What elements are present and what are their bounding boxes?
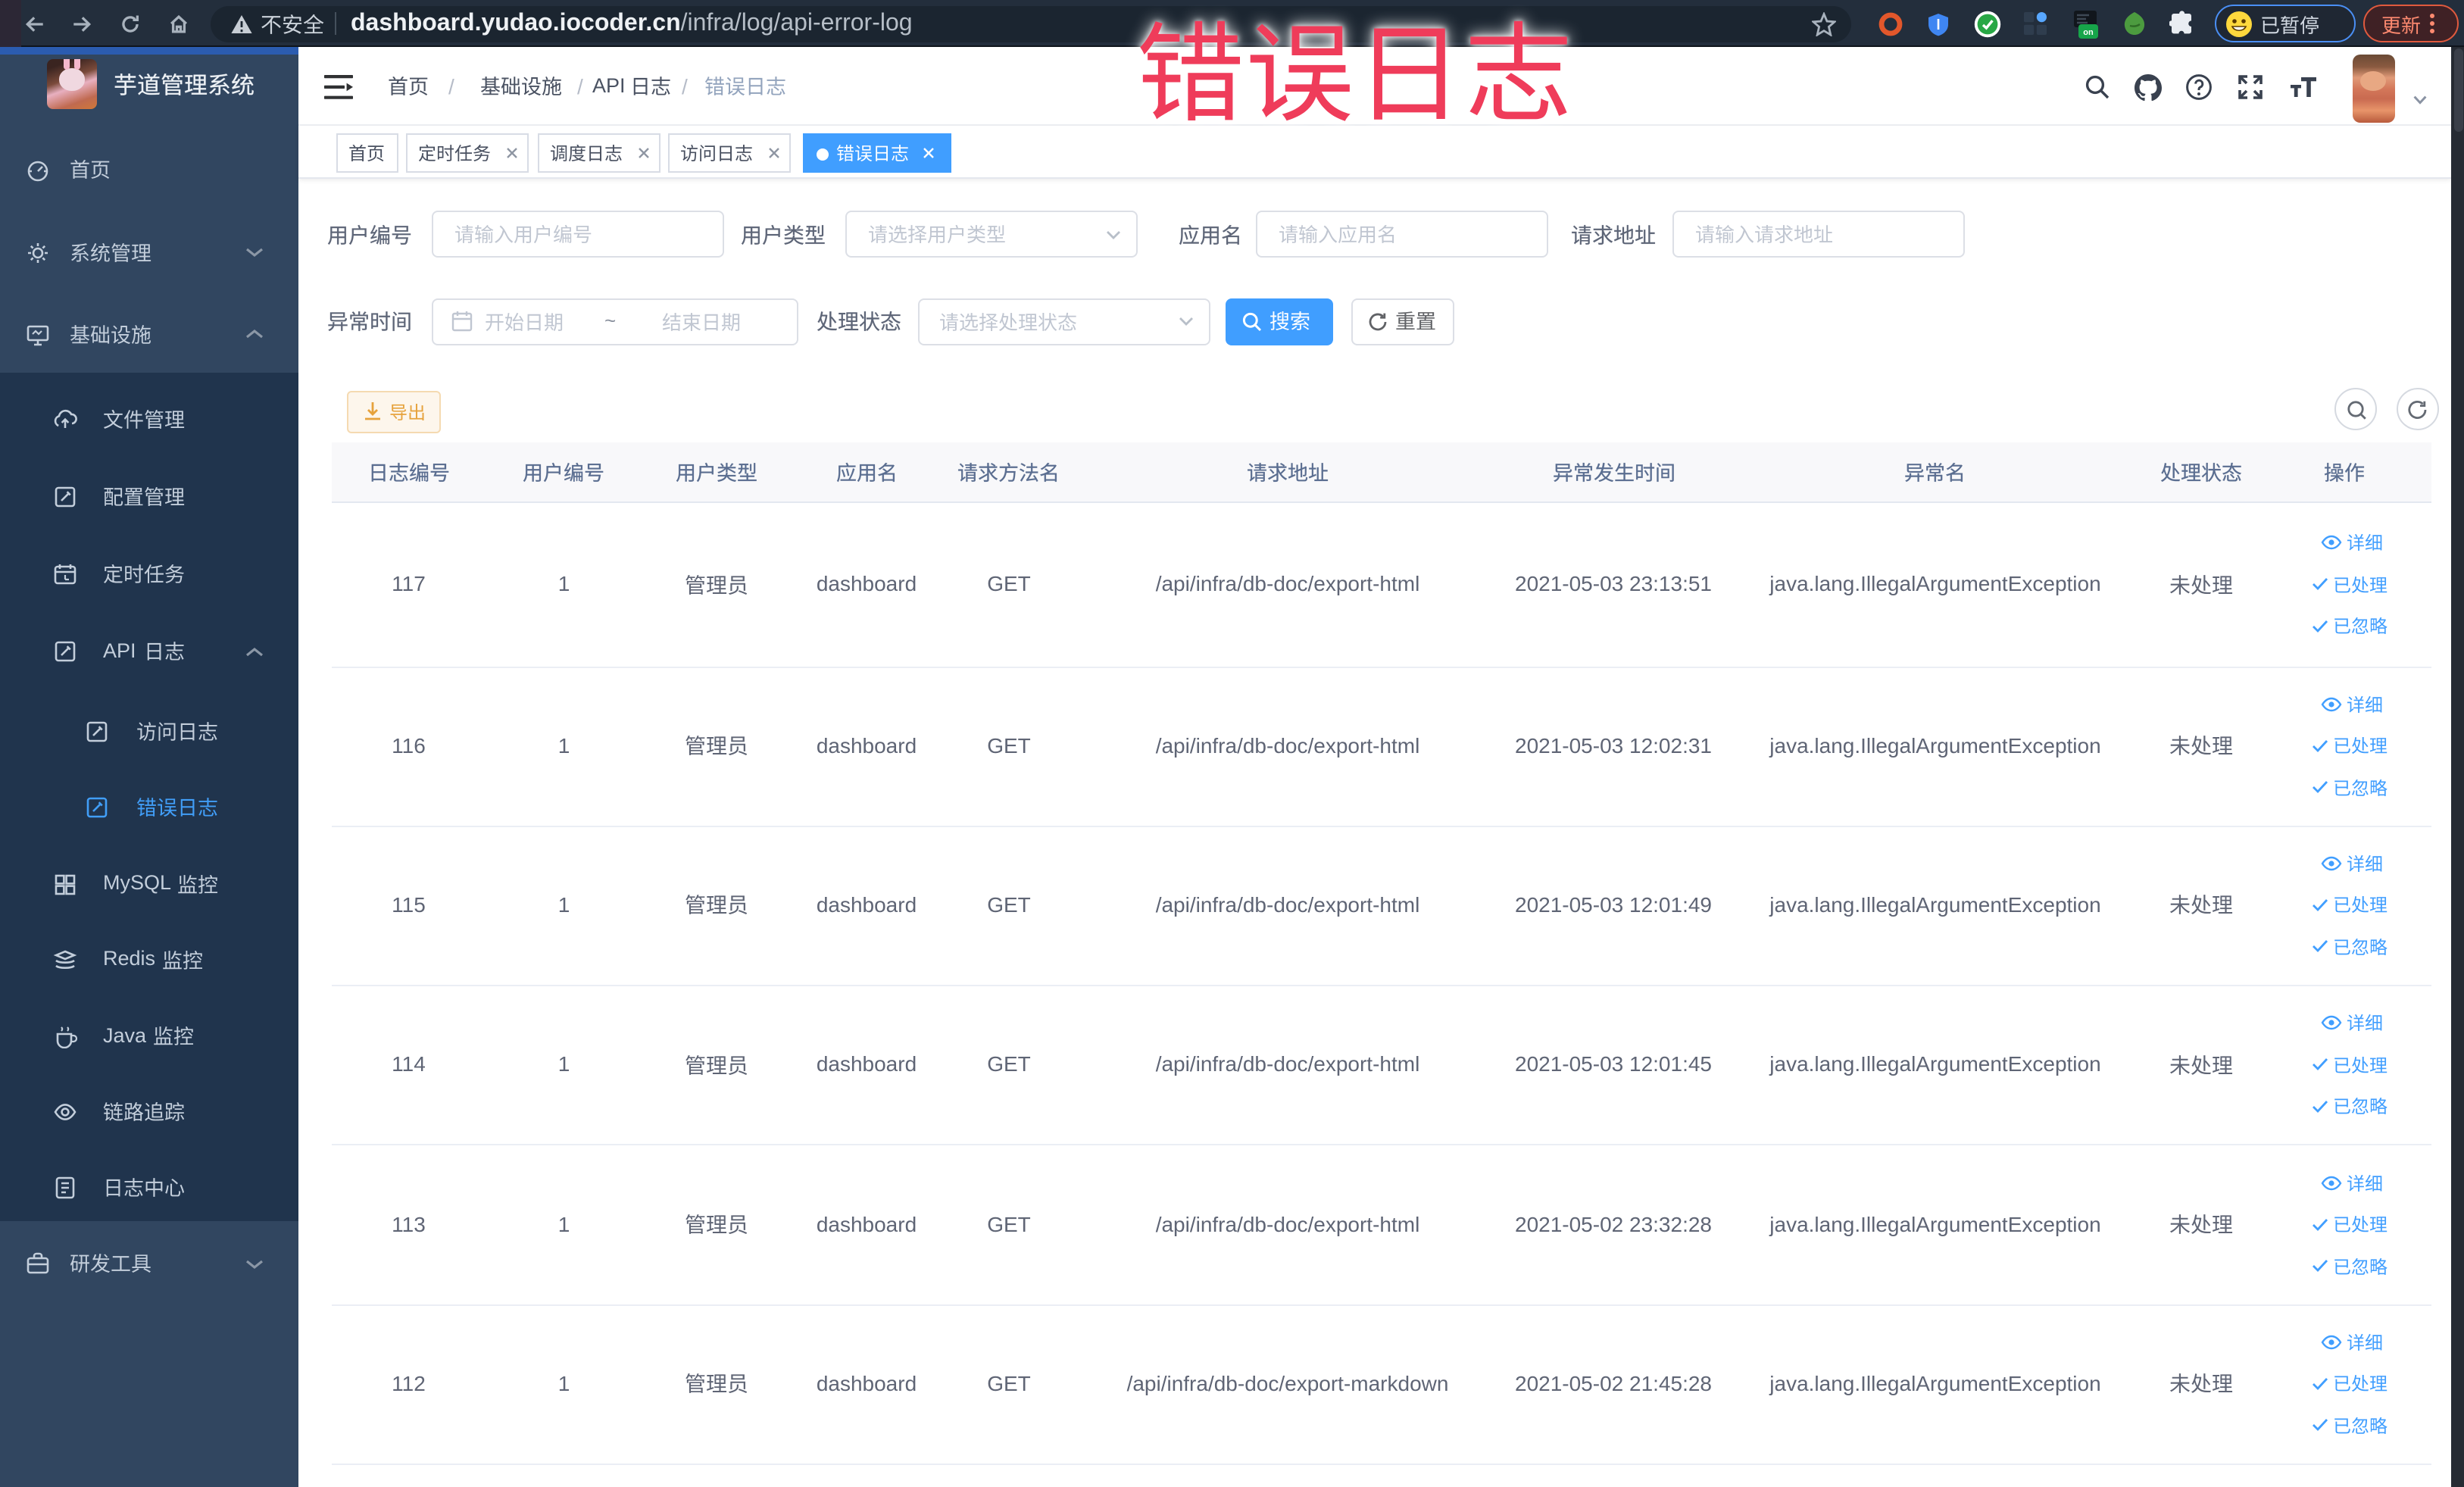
svg-text:on: on [2083,27,2094,36]
